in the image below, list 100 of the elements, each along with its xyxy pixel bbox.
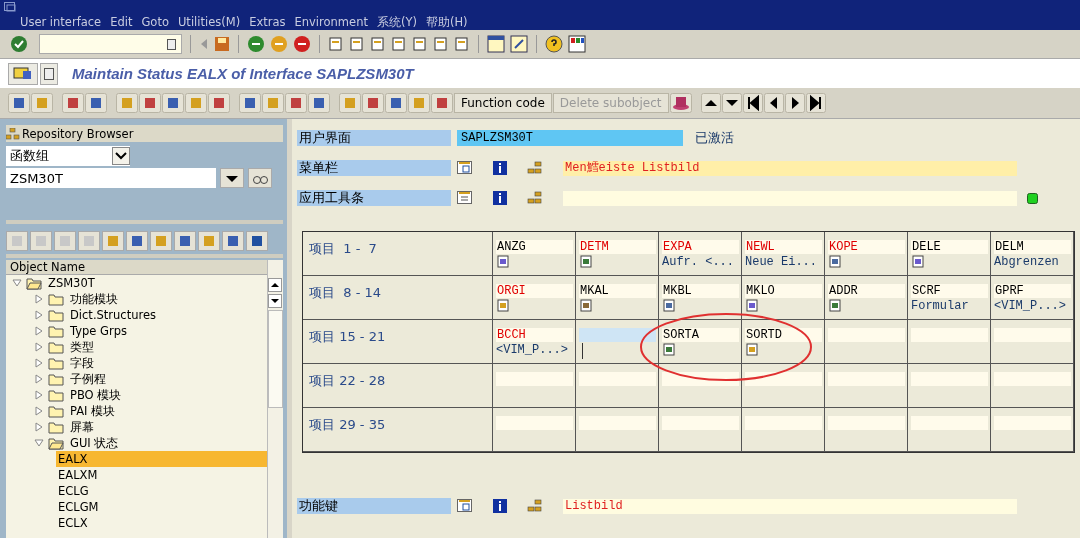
collapsed-triangle-icon[interactable] (34, 390, 44, 400)
collapsed-triangle-icon[interactable] (34, 374, 44, 384)
collapsed-triangle-icon[interactable] (34, 422, 44, 432)
toggle-button[interactable] (8, 62, 38, 85)
function-text: <VIM_P...> (496, 343, 568, 357)
folder-icon (48, 356, 64, 370)
function-code-field[interactable]: EXPA (662, 240, 739, 254)
row-label: 项目 8 - 14 (309, 285, 382, 300)
cancel-icon[interactable] (293, 35, 311, 53)
down-icon[interactable] (721, 93, 742, 113)
function-code-field[interactable]: SORTA (662, 328, 739, 342)
screen-title: Maintain Status EALX of Interface SAPLZSM30T (72, 65, 414, 82)
function-code-field[interactable]: DELM (994, 240, 1071, 254)
menu-item[interactable]: 帮助(H) (425, 14, 468, 30)
tree-item[interactable]: 类型 (68, 339, 96, 355)
scrollbar[interactable] (267, 260, 283, 538)
first-icon[interactable] (742, 93, 763, 113)
menu-item[interactable]: Utilities(M) (177, 15, 241, 29)
tree-item[interactable]: EALX (56, 451, 268, 467)
tree-item[interactable]: 屏幕 (68, 419, 96, 435)
menu-item[interactable]: Edit (110, 15, 133, 29)
menu-item[interactable]: Environment (294, 15, 368, 29)
function-code-field[interactable]: MKLO (745, 284, 822, 298)
enter-icon[interactable] (10, 35, 28, 53)
menu-icon[interactable] (457, 161, 473, 175)
tree-item[interactable]: Dict.Structures (68, 307, 159, 323)
function-code-field[interactable]: DETM (579, 240, 656, 254)
collapsed-triangle-icon[interactable] (34, 342, 44, 352)
last-icon[interactable] (805, 93, 826, 113)
function-code-field[interactable]: MKAL (579, 284, 656, 298)
tree-item[interactable]: 子例程 (68, 371, 108, 387)
menu-item[interactable]: Goto (141, 15, 169, 29)
function-icon (579, 255, 595, 269)
tree-item[interactable]: PAI 模块 (68, 403, 118, 419)
tree-item[interactable]: ECLX (56, 515, 90, 531)
help-icon[interactable] (545, 35, 563, 53)
row-label: 项目 22 - 28 (309, 373, 386, 388)
function-code-field[interactable] (745, 372, 822, 386)
menu-item[interactable]: User interface (20, 15, 102, 29)
next-icon[interactable] (784, 93, 805, 113)
tree-item[interactable]: ECLG (56, 483, 91, 499)
collapsed-triangle-icon[interactable] (34, 406, 44, 416)
function-code-field[interactable]: DELE (911, 240, 988, 254)
page-icon[interactable] (433, 36, 449, 52)
function-code-field[interactable]: BCCH (496, 328, 573, 342)
glasses-icon[interactable] (248, 168, 272, 188)
save-icon[interactable] (214, 36, 230, 52)
tree-item[interactable]: ZSM30T (46, 275, 97, 291)
folder-icon (48, 308, 64, 322)
scroll-up-icon[interactable] (268, 278, 283, 292)
function-code-field[interactable] (579, 328, 656, 342)
tree-item[interactable]: ECLGM (56, 499, 101, 515)
collapsed-triangle-icon[interactable] (34, 310, 44, 320)
function-icon (745, 343, 761, 357)
window-menu-icon[interactable] (4, 2, 16, 12)
keyboard-icon[interactable] (457, 499, 473, 513)
function-text: Aufr. <... (662, 255, 734, 269)
function-icon (828, 299, 844, 313)
toolbar-button[interactable]: Function code (454, 93, 552, 113)
function-code-field[interactable]: ANZG (496, 240, 573, 254)
layout-icon[interactable] (568, 35, 586, 53)
command-field[interactable] (39, 34, 182, 54)
expanded-triangle-icon[interactable] (34, 438, 44, 448)
tree-item[interactable]: PBO 模块 (68, 387, 124, 403)
menu-item[interactable]: Extras (249, 15, 286, 29)
field-label: 用户界面 (297, 130, 451, 146)
previous-icon[interactable] (763, 93, 784, 113)
function-code-field[interactable]: GPRF (994, 284, 1071, 298)
tree-item[interactable]: GUI 状态 (68, 435, 121, 451)
tree-item[interactable]: 字段 (68, 355, 96, 371)
caret-down-icon[interactable] (220, 168, 244, 188)
page-icon[interactable] (391, 36, 407, 52)
folder-icon (48, 404, 64, 418)
tree-item[interactable]: 功能模块 (68, 291, 120, 307)
scroll-down-icon[interactable] (268, 294, 283, 308)
document-button[interactable] (40, 62, 58, 85)
object-name-field[interactable]: ZSM30T (6, 168, 216, 188)
function-code-field[interactable]: KOPE (828, 240, 905, 254)
menu-bar-field[interactable]: Men鱈eiste Listbild (563, 160, 1017, 176)
collapsed-triangle-icon[interactable] (34, 294, 44, 304)
function-code-field[interactable]: ADDR (828, 284, 905, 298)
function-code-field[interactable]: NEWL (745, 240, 822, 254)
function-code-field[interactable]: MKBL (662, 284, 739, 298)
tree-item[interactable]: EALXM (56, 467, 100, 483)
menu-item[interactable]: 系统(Y) (376, 14, 417, 30)
function-code-field[interactable]: ORGI (496, 284, 573, 298)
collapsed-triangle-icon[interactable] (34, 326, 44, 336)
function-keys-field[interactable]: Listbild (563, 498, 1017, 514)
function-code-field[interactable]: SCRF (911, 284, 988, 298)
tree-item[interactable]: Type Grps (68, 323, 129, 339)
function-code-field[interactable]: SORTD (745, 328, 822, 342)
page-icon[interactable] (412, 36, 428, 52)
row-label: 项目 1 - 7 (309, 241, 377, 256)
folder-icon (48, 372, 64, 386)
collapsed-triangle-icon[interactable] (34, 358, 44, 368)
toolbar-icon[interactable] (457, 191, 473, 205)
page-icon[interactable] (454, 36, 470, 52)
expanded-triangle-icon[interactable] (12, 278, 22, 288)
object-type-dropdown[interactable]: 函数组 (6, 146, 130, 166)
hat-icon[interactable] (669, 93, 692, 113)
